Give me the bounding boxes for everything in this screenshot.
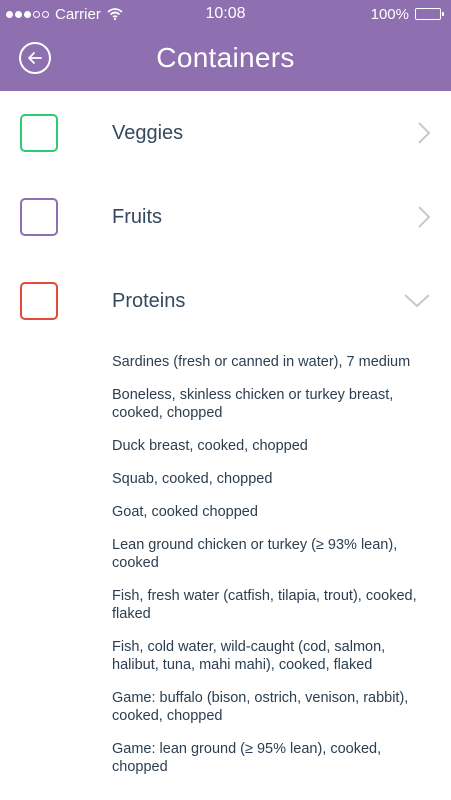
wifi-icon [107, 8, 123, 20]
category-label: Proteins [112, 289, 186, 312]
status-time: 10:08 [205, 5, 246, 22]
list-item: Fish, cold water, wild-caught (cod, salm… [112, 639, 386, 673]
list-item: Sardines (fresh or canned in water), 7 m… [112, 354, 411, 370]
status-bar: Carrier 10:08 100% [0, 0, 451, 28]
list-item: Duck breast, cooked, chopped [112, 438, 308, 454]
list-item: Fish, fresh water (catfish, tilapia, tro… [112, 588, 417, 622]
status-right: 100% [370, 5, 444, 23]
list-item: Goat, cooked chopped [112, 504, 258, 520]
list-item: Squab, cooked, chopped [112, 471, 273, 487]
category-row-veggies[interactable]: Veggies [0, 91, 451, 175]
protein-food-list: Sardines (fresh or canned in water), 7 m… [0, 353, 451, 776]
list-item: Game: buffalo (bison, ostrich, venison, … [112, 690, 409, 724]
category-list: Veggies Fruits Proteins [0, 91, 451, 343]
category-label: Veggies [112, 121, 184, 144]
list-item: Game: lean ground (≥ 95% lean), cooked, … [112, 741, 382, 775]
chevron-right-icon [418, 206, 431, 228]
app-header: Carrier 10:08 100% Containers [0, 0, 451, 91]
category-row-fruits[interactable]: Fruits [0, 175, 451, 259]
list-item: Lean ground chicken or turkey (≥ 93% lea… [112, 537, 398, 571]
carrier-label: Carrier [55, 5, 101, 23]
chevron-right-icon [418, 122, 431, 144]
signal-strength-icon [6, 10, 49, 18]
chevron-down-icon [404, 294, 430, 308]
page-title: Containers [156, 42, 295, 73]
veggies-container-icon [20, 114, 58, 152]
fruits-container-icon [20, 198, 58, 236]
category-label: Fruits [112, 205, 162, 228]
battery-percent: 100% [370, 5, 409, 23]
list-item: Boneless, skinless chicken or turkey bre… [112, 387, 394, 421]
proteins-container-icon [20, 282, 58, 320]
category-row-proteins[interactable]: Proteins [0, 259, 451, 343]
status-left: Carrier [6, 6, 123, 23]
battery-icon [415, 8, 444, 20]
nav-bar: Containers [0, 28, 451, 91]
